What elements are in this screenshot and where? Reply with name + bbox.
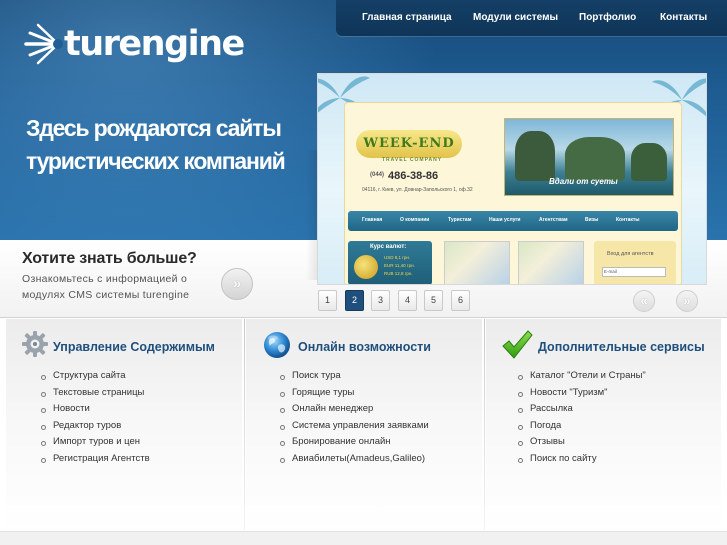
preview-menu-item: Туристам bbox=[448, 217, 472, 223]
tagline-line-1: Здесь рождаются сайты bbox=[26, 115, 282, 141]
list-item[interactable]: Бронирование онлайн bbox=[280, 434, 429, 451]
preview-photo: Вдали от суеты bbox=[504, 118, 674, 196]
logo[interactable]: turengine bbox=[20, 18, 245, 70]
logo-text: turengine bbox=[64, 23, 245, 64]
preview-menu-item: Агентствам bbox=[539, 217, 568, 223]
preview-login-title: Вход для агентств bbox=[607, 251, 654, 257]
nav-modules[interactable]: Модули системы bbox=[473, 12, 558, 23]
preview-menu-item: О компании bbox=[400, 217, 430, 223]
column-title: Управление Содержимым bbox=[53, 340, 215, 354]
preview-map bbox=[444, 241, 510, 284]
column-title: Дополнительные сервисы bbox=[538, 340, 705, 354]
nav-portfolio[interactable]: Портфолио bbox=[579, 12, 636, 23]
list-item[interactable]: Авиабилеты(Amadeus,Galileo) bbox=[280, 451, 429, 468]
globe-icon bbox=[262, 330, 292, 360]
rock-shape bbox=[631, 143, 667, 181]
footer-band bbox=[0, 531, 727, 545]
preview-currency-box: Курс валют: USD 8,1 грн. EUR 11,40 грн. … bbox=[348, 241, 432, 284]
preview-phone-prefix: (044) bbox=[370, 172, 385, 178]
preview-brand-sub: TRAVEL COMPANY bbox=[382, 157, 443, 163]
page-button-2[interactable]: 2 bbox=[345, 290, 364, 311]
column-divider bbox=[484, 319, 485, 531]
preview-address: 04116, г. Киев, ул. Довнар-Запольского 1… bbox=[362, 187, 473, 193]
list-item[interactable]: Онлайн менеджер bbox=[280, 401, 429, 418]
preview-currency-row: EUR 11,40 грн. bbox=[384, 263, 415, 268]
preview-login-email: E-mail bbox=[602, 267, 666, 277]
preview-photo-caption: Вдали от суеты bbox=[549, 177, 618, 186]
know-more-title: Хотите знать больше? bbox=[22, 250, 197, 267]
logo-burst-icon bbox=[20, 20, 64, 68]
list-item[interactable]: Новости bbox=[41, 401, 150, 418]
preview-currency-title: Курс валют: bbox=[370, 244, 407, 250]
page-button-6[interactable]: 6 bbox=[451, 290, 470, 311]
column-online-features: Онлайн возможности Поиск тура Горящие ту… bbox=[246, 319, 482, 531]
coin-icon bbox=[354, 255, 378, 279]
page-button-3[interactable]: 3 bbox=[371, 290, 390, 311]
column-additional-services: Дополнительные сервисы Каталог "Отели и … bbox=[486, 319, 721, 531]
list-item[interactable]: Рассылка bbox=[518, 401, 646, 418]
list-item[interactable]: Горящие туры bbox=[280, 385, 429, 402]
list-item[interactable]: Отзывы bbox=[518, 434, 646, 451]
list-item[interactable]: Поиск тура bbox=[280, 368, 429, 385]
list-item[interactable]: Система управления заявками bbox=[280, 418, 429, 435]
know-more-button[interactable]: » bbox=[221, 268, 253, 300]
preview-currency-row: USD 8,1 грн. bbox=[384, 255, 411, 260]
top-navigation: Главная страница Модули системы Портфоли… bbox=[336, 0, 727, 36]
column-divider bbox=[244, 319, 245, 531]
list-item[interactable]: Каталог "Отели и Страны" bbox=[518, 368, 646, 385]
preview-menu-item: Наши услуги bbox=[489, 217, 521, 223]
preview-menu: Главная О компании Туристам Наши услуги … bbox=[348, 211, 678, 231]
rock-shape bbox=[515, 131, 555, 181]
next-slide-button[interactable]: » bbox=[676, 290, 698, 312]
preview-phone: 486-38-86 bbox=[388, 170, 439, 182]
know-more-description: Ознакомьтесь с информацией о модулях CMS… bbox=[22, 273, 190, 301]
list-item[interactable]: Новости "Туризм" bbox=[518, 385, 646, 402]
page-button-4[interactable]: 4 bbox=[398, 290, 417, 311]
list-item[interactable]: Структура сайта bbox=[41, 368, 150, 385]
preview-login-box: Вход для агентств E-mail bbox=[594, 241, 676, 284]
tagline-line-2: туристических компаний bbox=[26, 148, 286, 174]
preview-menu-item: Главная bbox=[362, 217, 383, 223]
preview-currency-row: RUB 12,8 грн. bbox=[384, 271, 413, 276]
preview-brand: WEEK-END bbox=[356, 130, 462, 158]
list-item[interactable]: Поиск по сайту bbox=[518, 451, 646, 468]
preview-menu-item: Контакты bbox=[616, 217, 640, 223]
feature-list: Каталог "Отели и Страны" Новости "Туризм… bbox=[518, 368, 646, 468]
list-item[interactable]: Редактор туров bbox=[41, 418, 150, 435]
feature-list: Структура сайта Текстовые страницы Новос… bbox=[41, 368, 150, 468]
checkmark-icon bbox=[500, 328, 534, 362]
list-item[interactable]: Погода bbox=[518, 418, 646, 435]
preview-map bbox=[518, 241, 584, 284]
page-button-5[interactable]: 5 bbox=[424, 290, 443, 311]
list-item[interactable]: Текстовые страницы bbox=[41, 385, 150, 402]
column-content-management: Управление Содержимым Структура сайта Те… bbox=[6, 319, 242, 531]
list-item[interactable]: Импорт туров и цен bbox=[41, 434, 150, 451]
prev-slide-button[interactable]: « bbox=[633, 290, 655, 312]
list-item[interactable]: Регистрация Агентств bbox=[41, 451, 150, 468]
features-section: Управление Содержимым Структура сайта Те… bbox=[0, 319, 727, 531]
column-title: Онлайн возможности bbox=[298, 340, 431, 354]
nav-contacts[interactable]: Контакты bbox=[660, 12, 707, 23]
feature-list: Поиск тура Горящие туры Онлайн менеджер … bbox=[280, 368, 429, 468]
rock-shape bbox=[565, 137, 625, 181]
gear-icon bbox=[20, 329, 50, 359]
page-button-1[interactable]: 1 bbox=[318, 290, 337, 311]
nav-home[interactable]: Главная страница bbox=[362, 12, 452, 23]
hero-tagline: Здесь рождаются сайты туристических комп… bbox=[26, 112, 316, 178]
portfolio-preview[interactable]: WEEK-END TRAVEL COMPANY (044) 486-38-86 … bbox=[317, 73, 707, 285]
preview-menu-item: Визы bbox=[585, 217, 599, 223]
